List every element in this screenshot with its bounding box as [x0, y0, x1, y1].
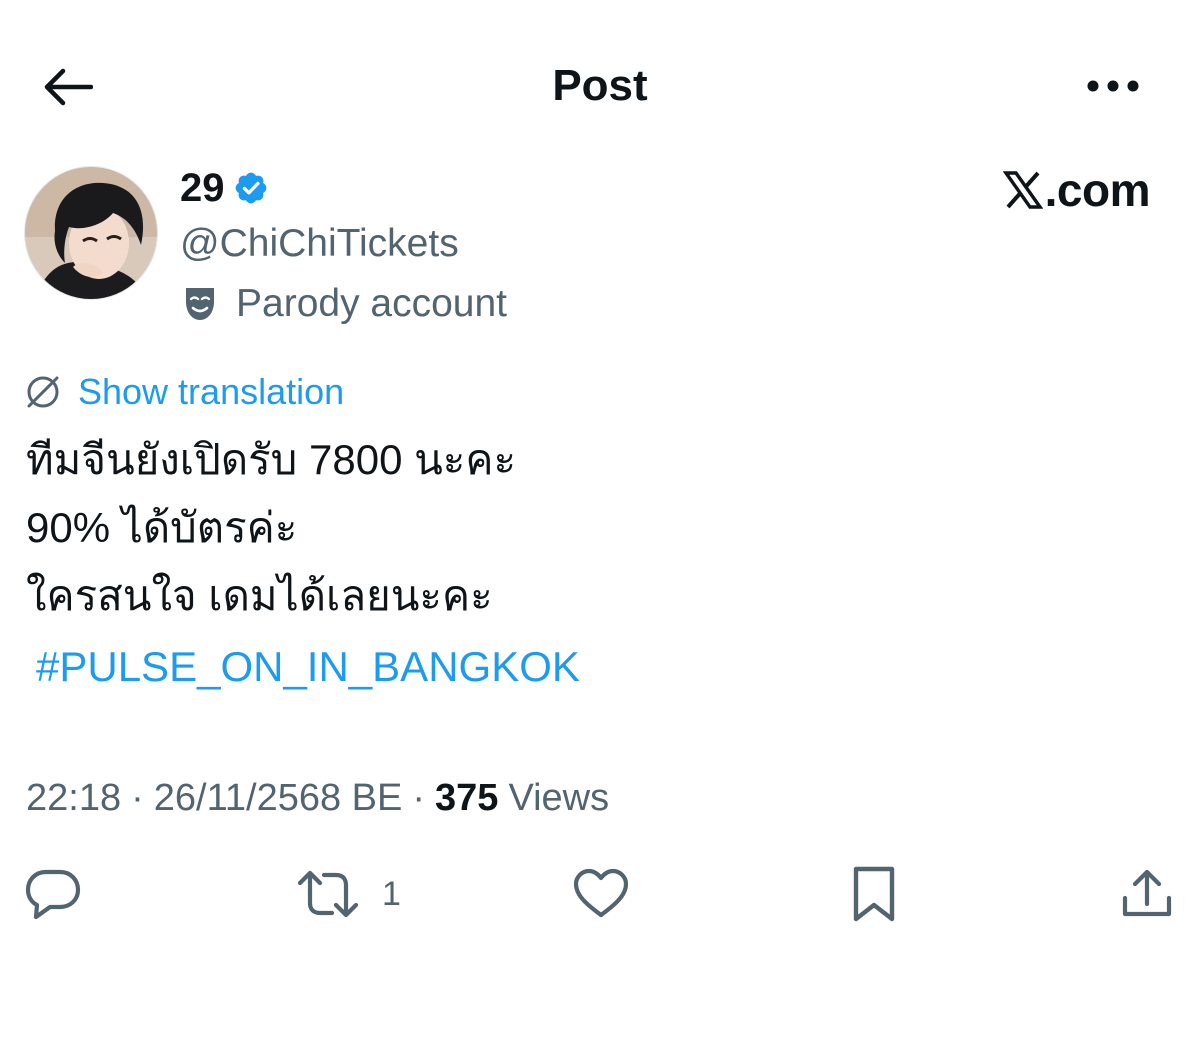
author-handle[interactable]: @ChiChiTickets: [180, 216, 459, 272]
post-text-line-2: 90% ได้บัตรค่ะ: [26, 504, 298, 551]
reply-button[interactable]: [24, 858, 82, 930]
bookmark-icon: [853, 866, 895, 922]
brand-text: .com: [1044, 164, 1151, 216]
page-title: Post: [552, 61, 648, 110]
repost-button[interactable]: 1: [296, 858, 401, 930]
share-icon: [1122, 869, 1172, 917]
views-count: 375: [435, 776, 499, 819]
more-options-button[interactable]: [1076, 60, 1150, 112]
hashtag-link[interactable]: #PULSE_ON_IN_BANGKOK: [36, 634, 580, 700]
show-translation-link[interactable]: Show translation: [24, 364, 344, 420]
bookmark-button[interactable]: [850, 858, 898, 930]
post-text-line-3: ใครสนใจ เดมได้เลยนะคะ: [26, 572, 493, 619]
heart-icon: [573, 868, 629, 918]
parody-account-label: Parody account: [236, 282, 508, 325]
share-button[interactable]: [1120, 858, 1174, 930]
reply-icon: [25, 869, 81, 920]
like-button[interactable]: [572, 858, 630, 930]
post-date[interactable]: 26/11/2568 BE: [154, 777, 403, 820]
more-horizontal-icon: [1087, 80, 1139, 92]
repost-count: 1: [382, 875, 401, 913]
post-time[interactable]: 22:18: [26, 777, 121, 820]
show-translation-label: Show translation: [78, 371, 345, 412]
theater-masks-icon: [186, 288, 214, 320]
x-logo-icon: [1002, 171, 1043, 209]
views-label: Views: [508, 776, 610, 819]
meta-separator: ·: [131, 776, 144, 819]
author-display-name[interactable]: 29: [180, 160, 225, 216]
post-meta: 22:18 · 26/11/2568 BE · 375 Views: [26, 768, 609, 828]
author-name-row: 29: [180, 160, 269, 216]
translate-icon: [27, 376, 59, 408]
post-text-line-1: ทีมจีนยังเปิดรับ 7800 นะคะ: [26, 436, 517, 483]
verified-badge-icon: [235, 172, 266, 204]
repost-icon: [297, 870, 359, 918]
x-com-brand: .com: [960, 158, 1151, 222]
parody-label-row: Parody account: [180, 276, 507, 332]
meta-separator: ·: [412, 776, 426, 819]
avatar-icon: [25, 167, 157, 299]
avatar[interactable]: [24, 166, 158, 300]
